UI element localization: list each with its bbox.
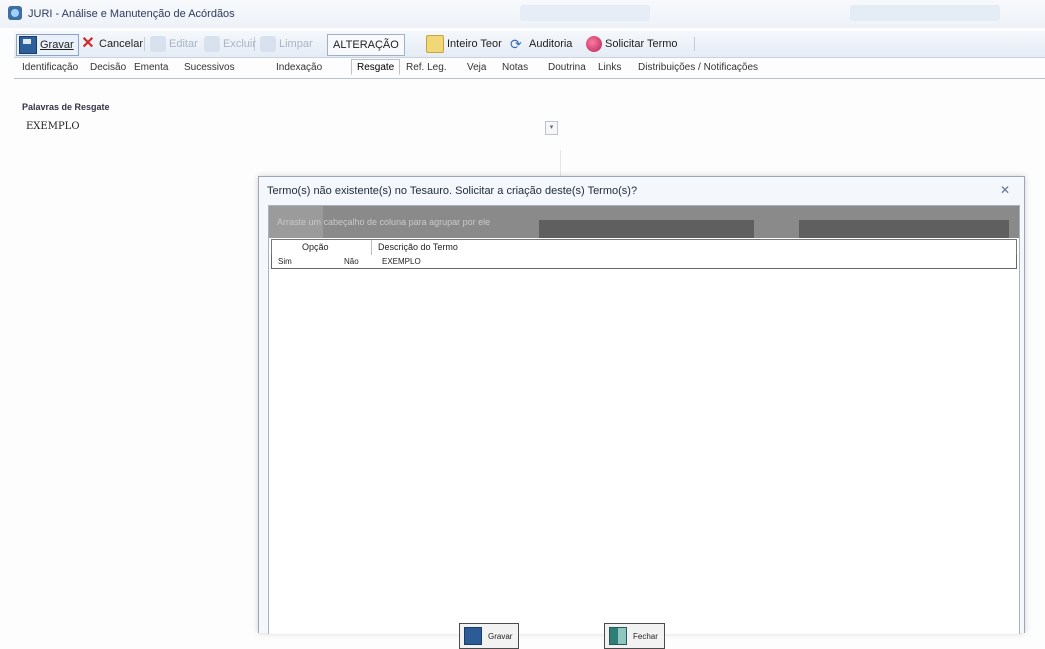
tab-notas[interactable]: Notas [502, 62, 528, 73]
edit-label: Editar [169, 38, 198, 50]
document-icon [426, 35, 444, 53]
clear-icon [260, 36, 276, 52]
edit-icon [150, 36, 166, 52]
cancel-button[interactable]: ✕ Cancelar [80, 34, 143, 54]
column-header-option[interactable]: Opção [302, 242, 329, 252]
save-icon [19, 36, 37, 54]
toolbar-separator [254, 37, 255, 51]
column-separator [371, 240, 372, 255]
cancel-label: Cancelar [99, 38, 144, 50]
delete-icon [204, 36, 220, 52]
audit-icon: ⟳ [510, 36, 522, 52]
keywords-label: Palavras de Resgate [22, 102, 110, 112]
clear-button[interactable]: Limpar [260, 34, 313, 54]
save-button[interactable]: Gravar [16, 34, 79, 56]
group-hint: Arraste um cabeçalho de coluna para agru… [277, 217, 491, 227]
full-text-label: Inteiro Teor [447, 38, 502, 50]
tab-ref-leg[interactable]: Ref. Leg. [406, 62, 447, 73]
column-header-term[interactable]: Descrição do Termo [378, 242, 458, 252]
tab-distribuicoes[interactable]: Distribuições / Notificações [638, 62, 758, 73]
chevron-down-icon[interactable]: ▾ [545, 121, 558, 135]
group-by-panel[interactable]: Arraste um cabeçalho de coluna para agru… [269, 206, 1019, 238]
edit-button[interactable]: Editar [150, 34, 198, 54]
close-icon[interactable]: ✕ [1000, 183, 1010, 197]
clear-label: Limpar [279, 38, 313, 50]
tab-sucessivos[interactable]: Sucessivos [184, 62, 235, 73]
grid-header: Opção Descrição do Termo [271, 239, 1017, 256]
close-icon: ✕ [81, 35, 95, 52]
save-label: Gravar [40, 39, 74, 51]
save-button[interactable]: Gravar [459, 623, 520, 649]
redacted-block-2 [799, 220, 1009, 238]
term-icon [586, 36, 602, 52]
request-term-label: Solicitar Termo [605, 38, 678, 50]
toolbar-separator [694, 37, 695, 51]
audit-label: Auditoria [529, 38, 573, 50]
title-bar-blurred-area [520, 5, 650, 21]
toolbar: Gravar ✕ Cancelar Editar Excluir Limpar … [14, 31, 1045, 58]
redacted-block [539, 220, 754, 238]
delete-button[interactable]: Excluir [204, 34, 256, 54]
door-icon [609, 627, 627, 645]
tab-veja[interactable]: Veja [467, 62, 486, 73]
window-title: JURI - Análise e Manutenção de Acórdãos [28, 8, 235, 20]
mode-indicator: ALTERAÇÃO [327, 34, 405, 56]
save-label: Gravar [488, 631, 513, 641]
tab-identificacao[interactable]: Identificação [22, 62, 78, 73]
toolbar-separator [144, 37, 145, 51]
term-description: EXEMPLO [382, 257, 421, 266]
request-term-button[interactable]: Solicitar Termo [586, 34, 678, 54]
close-button[interactable]: Fechar [604, 623, 665, 649]
title-bar: JURI - Análise e Manutenção de Acórdãos [0, 0, 1045, 28]
tab-bar: Identificação Decisão Ementa Sucessivos … [14, 59, 1045, 79]
table-row[interactable]: Sim Não EXEMPLO [271, 255, 1017, 269]
dialog-body: Arraste um cabeçalho de coluna para agru… [268, 205, 1020, 649]
delete-label: Excluir [223, 38, 257, 50]
dialog-title: Termo(s) não existente(s) no Tesauro. So… [267, 185, 638, 197]
tab-resgate[interactable]: Resgate [351, 59, 401, 75]
close-label: Fechar [633, 631, 658, 641]
full-text-button[interactable]: Inteiro Teor [426, 34, 502, 54]
option-yes[interactable]: Sim [278, 257, 292, 266]
request-term-dialog: Termo(s) não existente(s) no Tesauro. So… [258, 176, 1025, 649]
keyword-value[interactable]: EXEMPLO [26, 121, 80, 132]
tab-links[interactable]: Links [598, 62, 621, 73]
tab-indexacao[interactable]: Indexação [276, 62, 322, 73]
save-icon [464, 627, 482, 645]
option-no[interactable]: Não [344, 257, 359, 266]
audit-button[interactable]: ⟳ Auditoria [510, 34, 572, 54]
title-bar-blurred-area-2 [850, 5, 1000, 21]
tab-decisao[interactable]: Decisão [90, 62, 126, 73]
app-icon [8, 6, 22, 20]
tab-doutrina[interactable]: Doutrina [548, 62, 586, 73]
tab-ementa[interactable]: Ementa [134, 62, 168, 73]
